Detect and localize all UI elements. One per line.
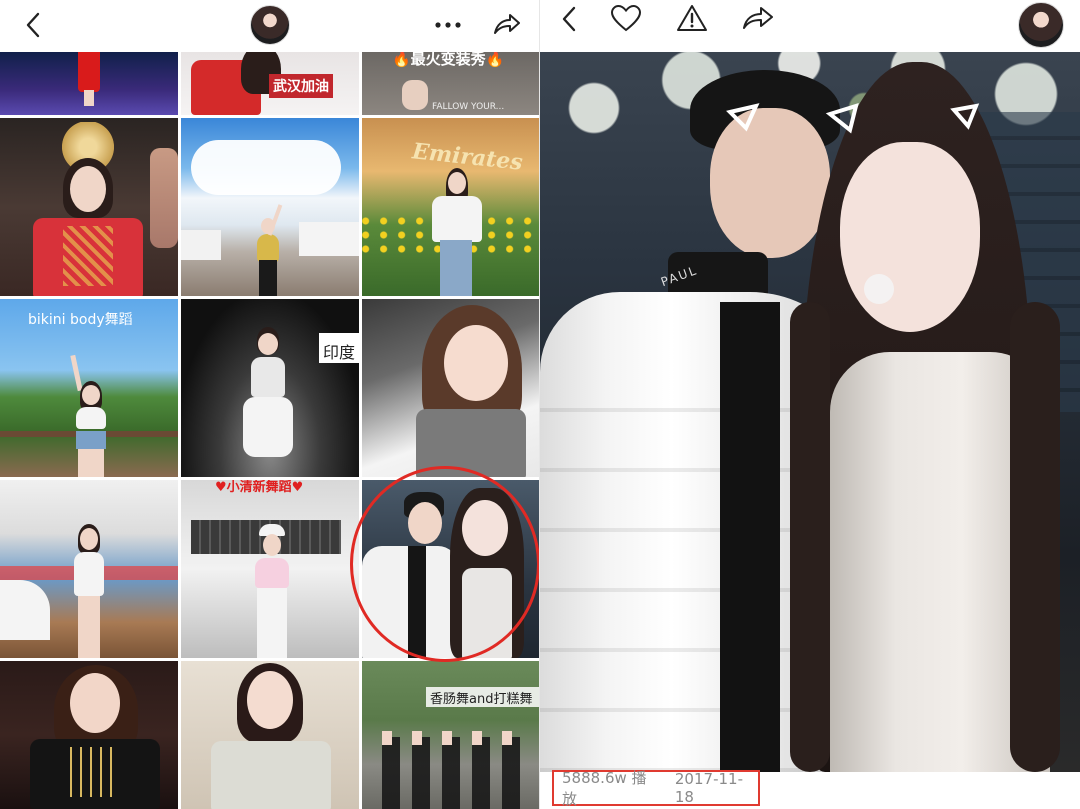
video-thumbnail[interactable]: ♥小清新舞蹈♥ <box>181 480 359 658</box>
share-icon[interactable] <box>490 8 524 40</box>
video-thumbnail[interactable]: Emirates <box>362 118 540 296</box>
avatar[interactable] <box>250 5 290 45</box>
publish-date: 2017-11-18 <box>674 770 743 806</box>
video-thumbnail[interactable] <box>181 118 359 296</box>
profile-video-grid-screen: 武汉加油 🔥最火变装秀🔥 FALLOW YOUR... Emirates bik… <box>0 0 540 809</box>
video-thumbnail[interactable]: 武汉加油 <box>181 52 359 115</box>
top-bar <box>0 0 540 52</box>
top-bar <box>540 0 1080 52</box>
more-icon[interactable] <box>430 10 466 40</box>
thumbnail-caption: 香肠舞and打糕舞 <box>430 692 533 707</box>
video-thumbnail[interactable]: 🔥最火变装秀🔥 FALLOW YOUR... <box>362 52 540 115</box>
video-thumbnail[interactable] <box>0 52 178 115</box>
thumbnail-caption: 武汉加油 <box>269 74 333 98</box>
thumbnail-caption: ♥小清新舞蹈♥ <box>215 480 304 495</box>
thumbnail-caption: bikini body舞蹈 <box>28 312 133 328</box>
thumbnail-caption: 🔥最火变装秀🔥 <box>392 52 505 68</box>
avatar[interactable] <box>1018 2 1064 48</box>
video-thumbnail[interactable] <box>0 118 178 296</box>
video-thumbnail[interactable]: 香肠舞and打糕舞 <box>362 661 540 809</box>
video-player[interactable]: PAUL <box>540 52 1080 772</box>
thumbnail-caption: 印度 <box>323 343 356 362</box>
video-thumbnail[interactable] <box>362 299 540 477</box>
video-thumbnail[interactable] <box>0 661 178 809</box>
thumbnail-subcaption: FALLOW YOUR... <box>432 102 505 112</box>
back-icon[interactable] <box>18 10 48 40</box>
video-thumbnail[interactable]: 印度 <box>181 299 359 477</box>
video-stats: 5888.6w 播放 2017-11-18 <box>552 769 760 808</box>
video-detail-screen: PAUL 5888.6w 播放 2017-11-18 <box>540 0 1080 809</box>
video-thumbnail[interactable]: bikini body舞蹈 <box>0 299 178 477</box>
back-icon[interactable] <box>554 4 584 34</box>
video-grid: 武汉加油 🔥最火变装秀🔥 FALLOW YOUR... Emirates bik… <box>0 52 540 809</box>
play-count: 5888.6w 播放 <box>562 769 647 808</box>
heart-icon[interactable] <box>608 2 644 34</box>
warning-report-icon[interactable] <box>674 2 710 34</box>
video-thumbnail[interactable] <box>181 661 359 809</box>
video-thumbnail[interactable] <box>0 480 178 658</box>
video-thumbnail-selected[interactable] <box>362 480 540 658</box>
share-icon[interactable] <box>740 2 776 34</box>
